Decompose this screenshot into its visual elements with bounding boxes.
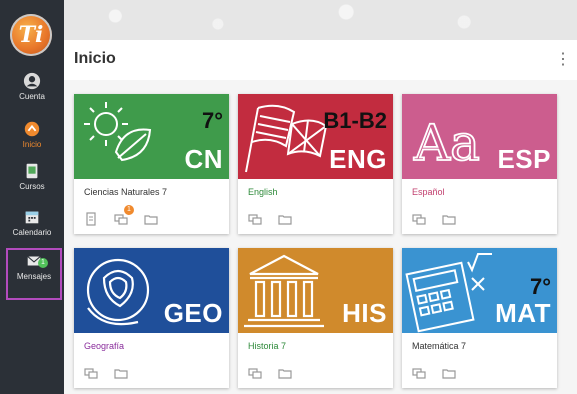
- course-grade: 7°: [201, 108, 223, 133]
- sidebar-item-cuenta[interactable]: Cuenta: [0, 72, 64, 101]
- course-card-mat[interactable]: 7° MAT Matemática 7: [402, 248, 557, 388]
- document-icon[interactable]: [84, 212, 98, 226]
- course-code: ESP: [497, 144, 551, 174]
- course-name: Español: [412, 187, 445, 197]
- sidebar-item-label: Inicio: [22, 140, 42, 149]
- course-banner: 7° CN: [74, 94, 229, 179]
- courses-icon: [26, 163, 38, 179]
- kebab-menu-icon[interactable]: ⋮: [555, 50, 571, 70]
- forum-icon[interactable]: [248, 212, 262, 226]
- forum-icon[interactable]: [84, 366, 98, 380]
- course-banner: GEO: [74, 248, 229, 333]
- sidebar-item-calendario[interactable]: Calendario: [0, 208, 64, 237]
- forum-icon[interactable]: [412, 212, 426, 226]
- page-title: Inicio: [74, 50, 116, 67]
- course-card-his[interactable]: HIS Historia 7: [238, 248, 393, 388]
- course-card-geo[interactable]: GEO Geografía: [74, 248, 229, 388]
- app-logo[interactable]: Ti: [10, 14, 52, 56]
- course-code: MAT: [495, 298, 551, 328]
- account-icon: [23, 72, 41, 90]
- messages-count-badge: 1: [38, 258, 48, 268]
- course-card-esp[interactable]: Aa ESP Español: [402, 94, 557, 234]
- home-icon: [24, 121, 40, 137]
- sidebar-item-label: Calendario: [12, 228, 52, 237]
- course-grade: 7°: [529, 274, 551, 299]
- notification-badge: 1: [124, 205, 134, 215]
- folder-icon[interactable]: [278, 212, 292, 226]
- course-card-cn[interactable]: 7° CN Ciencias Naturales 7 1: [74, 94, 229, 234]
- course-code: CN: [184, 144, 223, 174]
- course-banner: HIS: [238, 248, 393, 333]
- folder-icon[interactable]: [278, 366, 292, 380]
- sidebar: Ti Cuenta Inicio Cursos Calendario Mensa…: [0, 0, 64, 394]
- course-name: Matemática 7: [412, 341, 467, 351]
- course-banner: 7° MAT: [402, 248, 557, 333]
- course-name: Geografía: [84, 341, 125, 351]
- header-banner: [64, 0, 577, 40]
- course-card-eng[interactable]: B1-B2 ENG English: [238, 94, 393, 234]
- sidebar-item-mensajes[interactable]: Mensajes: [6, 248, 62, 300]
- sidebar-item-inicio[interactable]: Inicio: [0, 120, 64, 149]
- course-name: English: [248, 187, 278, 197]
- sidebar-item-label: Cursos: [19, 182, 45, 191]
- course-code: ENG: [329, 144, 387, 174]
- course-grid: 7° CN Ciencias Naturales 7 1 B1-B2 ENG E…: [64, 80, 577, 394]
- course-banner: Aa ESP: [402, 94, 557, 179]
- course-code: GEO: [163, 298, 223, 328]
- course-code: HIS: [342, 298, 387, 328]
- folder-icon[interactable]: [114, 366, 128, 380]
- svg-text:Aa: Aa: [413, 114, 480, 172]
- folder-icon[interactable]: [442, 366, 456, 380]
- page-header: Inicio ⋮: [64, 40, 577, 81]
- course-grade: B1-B2: [323, 108, 387, 133]
- sidebar-item-label: Cuenta: [19, 92, 45, 101]
- sidebar-item-cursos[interactable]: Cursos: [0, 162, 64, 191]
- course-name: Historia 7: [248, 341, 287, 351]
- sidebar-item-label: Mensajes: [16, 272, 52, 281]
- folder-icon[interactable]: [144, 212, 158, 226]
- forum-icon[interactable]: [248, 366, 262, 380]
- folder-icon[interactable]: [442, 212, 456, 226]
- calendar-icon: [25, 211, 39, 224]
- forum-icon[interactable]: [412, 366, 426, 380]
- course-banner: B1-B2 ENG: [238, 94, 393, 179]
- course-name: Ciencias Naturales 7: [84, 187, 168, 197]
